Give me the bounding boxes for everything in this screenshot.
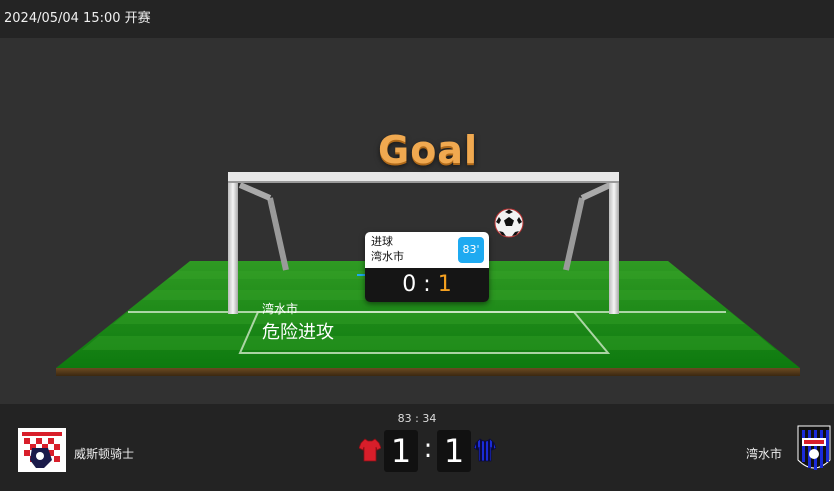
event-score-sep: :	[423, 272, 431, 297]
score-bar: 83 : 34 威斯顿骑士 1 : 1 湾水市	[0, 404, 834, 491]
home-shirt-icon	[359, 438, 381, 462]
away-score: 1	[437, 430, 471, 472]
match-datetime: 2024/05/04 15:00 开赛	[4, 11, 151, 26]
home-team-name: 威斯顿骑士	[74, 447, 135, 461]
goal-title: Goal	[378, 128, 478, 172]
event-score-away: 1	[437, 272, 452, 297]
top-bar: 2024/05/04 15:00 开赛	[0, 0, 834, 38]
event-team: 湾水市	[371, 250, 404, 263]
goal-left-post	[228, 172, 238, 314]
attack-label: 危险进攻	[262, 322, 334, 343]
event-score-home: 0	[402, 272, 417, 297]
away-team-name: 湾水市	[746, 447, 783, 461]
score-separator: :	[423, 434, 433, 464]
event-type: 进球	[371, 235, 393, 248]
home-score: 1	[384, 430, 418, 472]
away-shirt-icon	[474, 438, 496, 462]
home-team-logo	[18, 428, 66, 472]
pitch	[56, 172, 800, 376]
away-team-logo	[797, 425, 831, 470]
match-animation: Goal 进球 湾水市 83' 0 : 1 湾水市 危险进攻	[0, 38, 834, 404]
goal-right-post	[609, 172, 619, 314]
goal-crossbar	[228, 172, 619, 182]
attack-team: 湾水市	[262, 302, 299, 316]
goal-event-card: 进球 湾水市 83' 0 : 1	[365, 232, 489, 302]
match-clock: 83 : 34	[397, 412, 437, 425]
event-score: 0 : 1	[365, 268, 489, 302]
event-minute-badge: 83'	[458, 237, 484, 263]
football-icon	[494, 208, 524, 238]
pitch-edge	[56, 368, 800, 376]
